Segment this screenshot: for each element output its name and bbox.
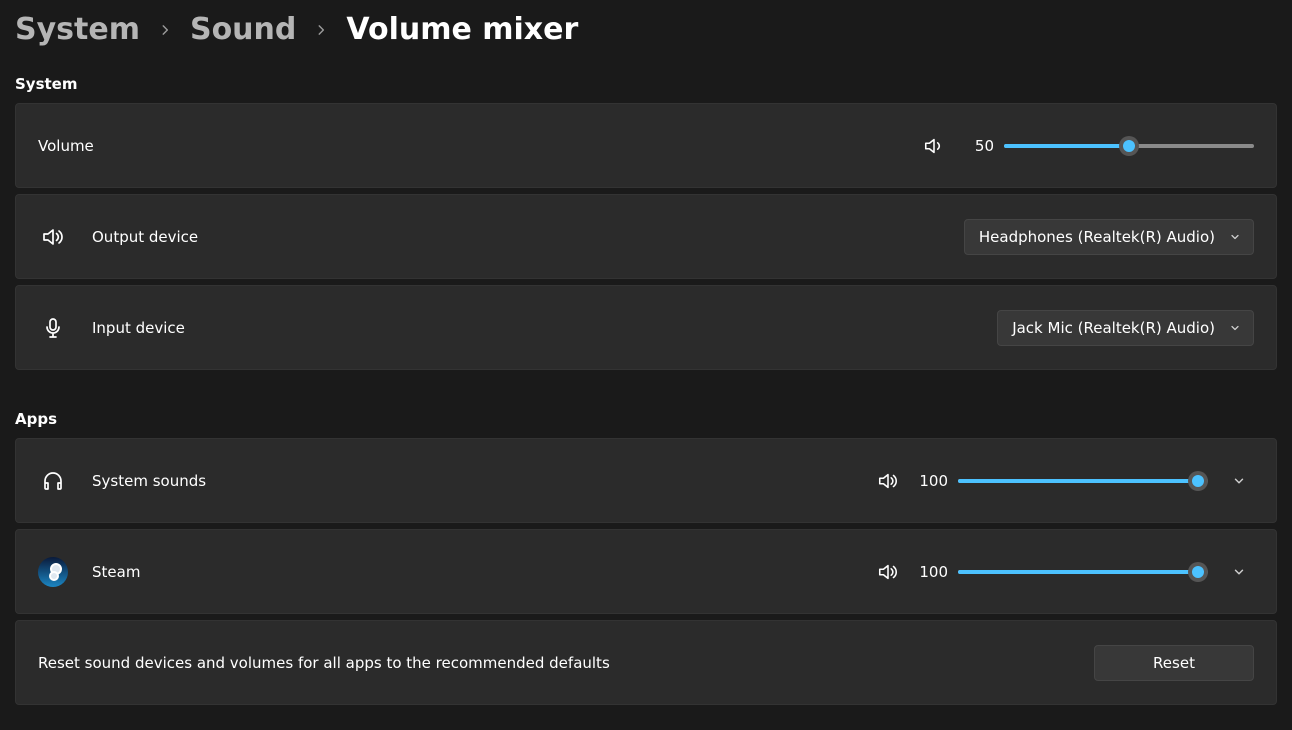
output-device-label: Output device [92, 228, 198, 246]
speaker-icon[interactable] [922, 134, 946, 158]
section-heading-apps: Apps [15, 410, 1277, 428]
app-volume-value: 100 [916, 563, 948, 581]
reset-row: Reset sound devices and volumes for all … [15, 620, 1277, 705]
app-row-steam: Steam 100 [15, 529, 1277, 614]
output-device-row: Output device Headphones (Realtek(R) Aud… [15, 194, 1277, 279]
app-volume-slider[interactable] [958, 560, 1208, 584]
section-heading-system: System [15, 75, 1277, 93]
chevron-right-icon [314, 23, 328, 37]
chevron-down-icon [1229, 322, 1241, 334]
app-volume-value: 100 [916, 472, 948, 490]
chevron-right-icon [158, 23, 172, 37]
breadcrumb-system[interactable]: System [15, 12, 140, 47]
app-volume-slider[interactable] [958, 469, 1208, 493]
input-device-dropdown[interactable]: Jack Mic (Realtek(R) Audio) [997, 310, 1254, 346]
output-device-dropdown[interactable]: Headphones (Realtek(R) Audio) [964, 219, 1254, 255]
steam-icon [38, 557, 68, 587]
reset-description: Reset sound devices and volumes for all … [38, 654, 610, 672]
reset-button[interactable]: Reset [1094, 645, 1254, 681]
volume-value: 50 [962, 137, 994, 155]
breadcrumb: System Sound Volume mixer [15, 12, 1277, 47]
output-device-selected: Headphones (Realtek(R) Audio) [979, 228, 1215, 246]
headphones-icon [38, 466, 68, 496]
microphone-icon [38, 313, 68, 343]
expand-toggle[interactable] [1224, 557, 1254, 587]
speaker-high-icon [38, 222, 68, 252]
input-device-label: Input device [92, 319, 185, 337]
breadcrumb-volume-mixer: Volume mixer [346, 12, 578, 47]
system-volume-row: Volume 50 [15, 103, 1277, 188]
app-label: System sounds [92, 472, 206, 490]
app-label: Steam [92, 563, 140, 581]
chevron-down-icon [1229, 231, 1241, 243]
breadcrumb-sound[interactable]: Sound [190, 12, 296, 47]
volume-label: Volume [38, 137, 94, 155]
speaker-icon[interactable] [876, 560, 900, 584]
speaker-icon[interactable] [876, 469, 900, 493]
expand-toggle[interactable] [1224, 466, 1254, 496]
input-device-selected: Jack Mic (Realtek(R) Audio) [1012, 319, 1215, 337]
volume-slider[interactable] [1004, 134, 1254, 158]
app-row-system-sounds: System sounds 100 [15, 438, 1277, 523]
input-device-row: Input device Jack Mic (Realtek(R) Audio) [15, 285, 1277, 370]
